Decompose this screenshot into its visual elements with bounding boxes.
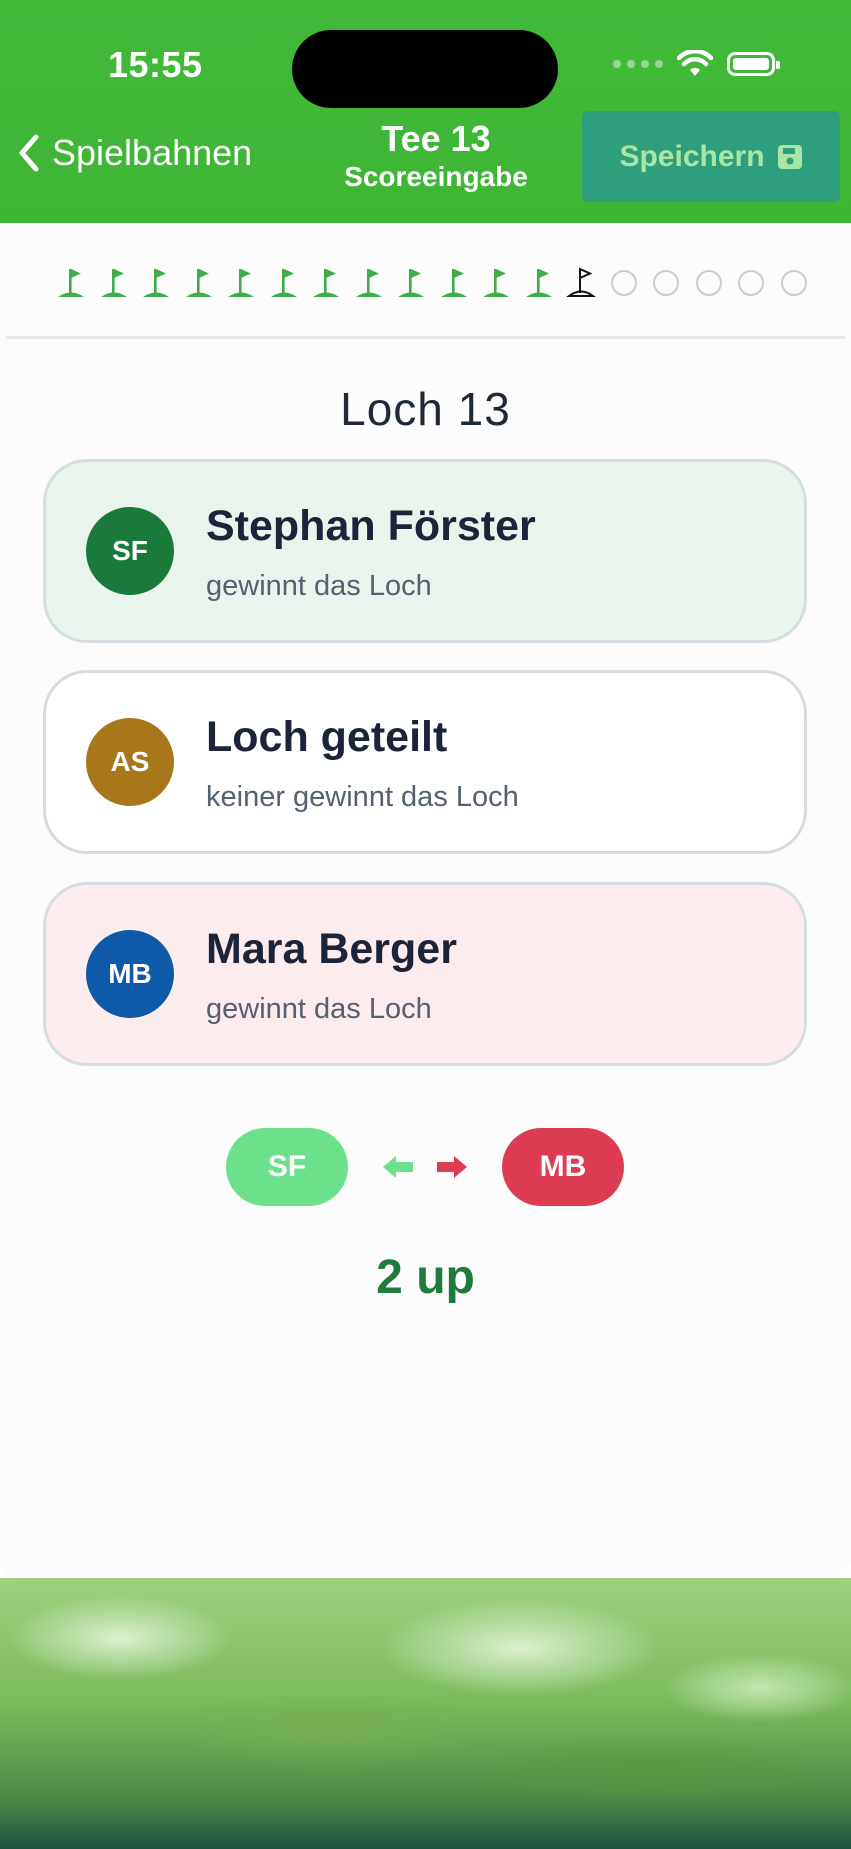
hole-completed-flag-icon[interactable] xyxy=(433,258,476,298)
player-one-badge: SF xyxy=(226,1128,348,1206)
hole-completed-flag-icon[interactable] xyxy=(220,258,263,298)
divider xyxy=(6,336,845,339)
option-hole-halved[interactable]: AS Loch geteilt keiner gewinnt das Loch xyxy=(43,670,807,854)
dynamic-island xyxy=(292,30,558,108)
grass-background xyxy=(0,1578,851,1849)
hole-completed-flag-icon[interactable] xyxy=(518,258,561,298)
avatar: MB xyxy=(86,930,174,1018)
hole-completed-flag-icon[interactable] xyxy=(50,258,93,298)
save-disk-icon xyxy=(777,144,802,169)
hole-pending-circle-icon[interactable] xyxy=(688,258,731,298)
hole-completed-flag-icon[interactable] xyxy=(135,258,178,298)
page-subtitle: Scoreeingabe xyxy=(344,161,528,192)
option-subtitle: gewinnt das Loch xyxy=(206,993,432,1025)
option-title: Mara Berger xyxy=(206,925,457,973)
hole-title: Loch 13 xyxy=(340,383,511,435)
back-label: Spielbahnen xyxy=(52,132,253,173)
arrow-left-icon xyxy=(383,1156,413,1178)
hole-completed-flag-icon[interactable] xyxy=(348,258,391,298)
hole-progress xyxy=(50,258,815,298)
status-icons xyxy=(613,50,780,78)
back-button[interactable]: Spielbahnen xyxy=(16,132,252,174)
page-title: Tee 13 xyxy=(381,118,491,159)
hole-completed-flag-icon[interactable] xyxy=(390,258,433,298)
hole-pending-circle-icon[interactable] xyxy=(730,258,773,298)
option-player-one-wins[interactable]: SF Stephan Förster gewinnt das Loch xyxy=(43,459,807,643)
chevron-left-icon xyxy=(19,134,39,172)
hole-pending-circle-icon[interactable] xyxy=(603,258,646,298)
nav-header: 15:55 Spielbahnen Tee 13 Scoreeingabe Sp… xyxy=(0,0,851,223)
hole-pending-circle-icon[interactable] xyxy=(645,258,688,298)
option-subtitle: keiner gewinnt das Loch xyxy=(206,781,519,813)
wifi-icon xyxy=(677,50,713,76)
option-title: Stephan Förster xyxy=(206,502,536,550)
match-status: 2 up xyxy=(376,1251,475,1304)
hole-completed-flag-icon[interactable] xyxy=(93,258,136,298)
avatar: AS xyxy=(86,718,174,806)
hole-completed-flag-icon[interactable] xyxy=(305,258,348,298)
option-player-two-wins[interactable]: MB Mara Berger gewinnt das Loch xyxy=(43,882,807,1066)
hole-completed-flag-icon[interactable] xyxy=(475,258,518,298)
battery-icon xyxy=(727,52,780,76)
hole-pending-circle-icon[interactable] xyxy=(773,258,816,298)
nav-title: Tee 13 Scoreeingabe xyxy=(310,118,562,194)
option-title: Loch geteilt xyxy=(206,713,448,761)
arrow-right-icon xyxy=(437,1156,467,1178)
save-label: Speichern xyxy=(619,139,765,173)
cellular-signal-icon xyxy=(613,60,663,68)
hole-completed-flag-icon[interactable] xyxy=(263,258,306,298)
option-subtitle: gewinnt das Loch xyxy=(206,570,432,602)
status-time: 15:55 xyxy=(108,44,203,85)
hole-completed-flag-icon[interactable] xyxy=(178,258,221,298)
save-button[interactable]: Speichern xyxy=(582,111,840,202)
hole-current-flag-icon[interactable] xyxy=(560,258,603,298)
avatar: SF xyxy=(86,507,174,595)
player-two-badge: MB xyxy=(502,1128,624,1206)
